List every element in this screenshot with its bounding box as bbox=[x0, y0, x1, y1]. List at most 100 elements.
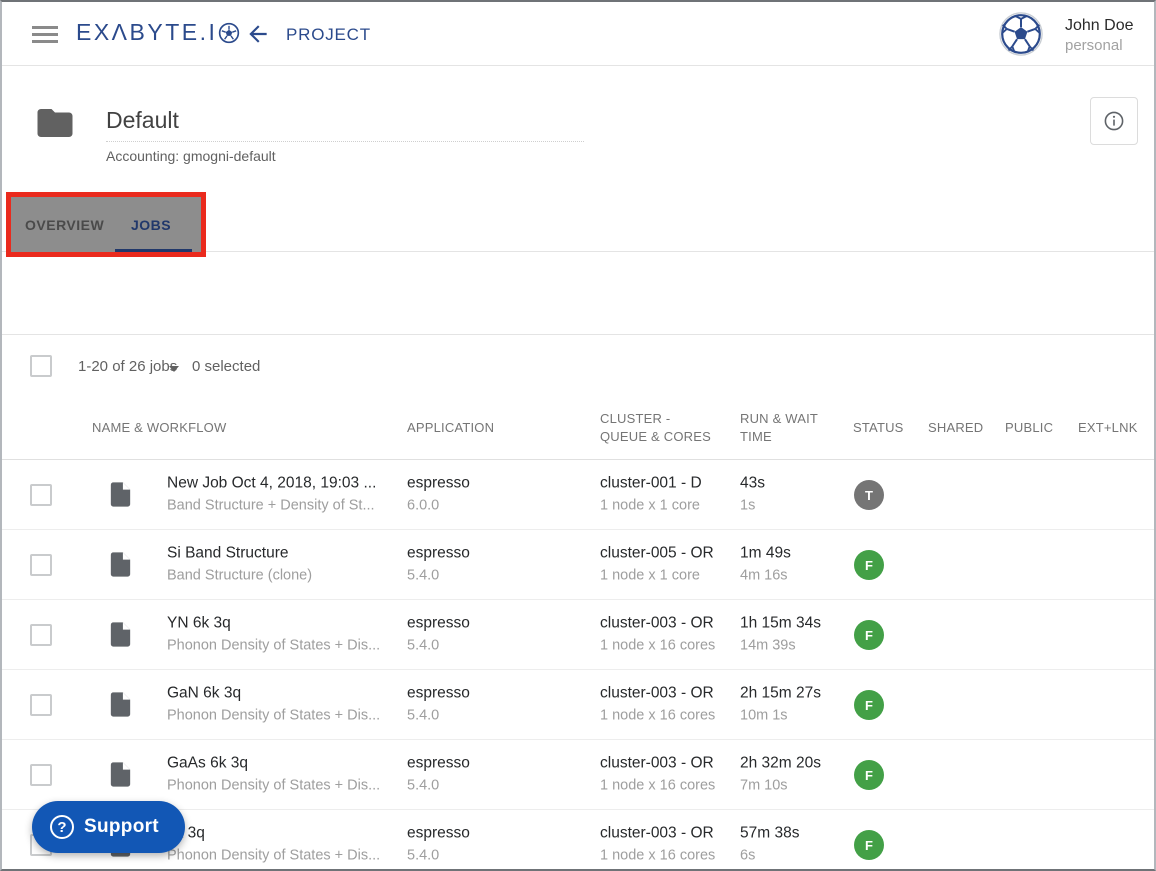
help-icon: ? bbox=[50, 815, 74, 839]
column-shared[interactable]: SHARED bbox=[928, 419, 983, 437]
filter-bar bbox=[2, 252, 1154, 335]
job-run-time: 1h 15m 34s bbox=[740, 614, 821, 633]
selected-count: 0 selected bbox=[192, 358, 260, 375]
annotation-highlight-rectangle: OVERVIEW JOBS bbox=[6, 192, 206, 257]
column-application[interactable]: APPLICATION bbox=[407, 419, 494, 437]
table-header: NAME & WORKFLOW APPLICATION CLUSTER - QU… bbox=[2, 397, 1154, 460]
job-name[interactable]: Si Band Structure bbox=[167, 544, 402, 563]
support-button[interactable]: ? Support bbox=[32, 801, 185, 853]
job-version: 5.4.0 bbox=[407, 708, 470, 725]
job-application: espresso bbox=[407, 824, 470, 843]
project-title[interactable]: Default bbox=[106, 107, 179, 134]
job-version: 5.4.0 bbox=[407, 568, 470, 585]
job-run-time: 1m 49s bbox=[740, 544, 791, 563]
column-ext-lnk[interactable]: EXT+LNK bbox=[1078, 419, 1138, 437]
support-label: Support bbox=[84, 816, 159, 838]
job-cluster-queue: cluster-001 - D bbox=[600, 474, 702, 493]
table-row[interactable]: YN 6k 3q Phonon Density of States + Dis.… bbox=[2, 600, 1154, 670]
job-cluster-queue: cluster-003 - OR bbox=[600, 684, 715, 703]
user-menu[interactable]: John Doe personal bbox=[1065, 16, 1134, 55]
job-run-time: 43s bbox=[740, 474, 765, 493]
info-icon bbox=[1102, 109, 1126, 133]
row-checkbox[interactable] bbox=[30, 764, 52, 786]
job-workflow: Band Structure + Density of St... bbox=[167, 498, 402, 515]
job-workflow: Phonon Density of States + Dis... bbox=[167, 708, 402, 725]
job-wait-time: 7m 10s bbox=[740, 778, 821, 795]
column-status[interactable]: STATUS bbox=[853, 419, 904, 437]
job-cores: 1 node x 16 cores bbox=[600, 848, 715, 865]
job-cores: 1 node x 16 cores bbox=[600, 638, 715, 655]
job-workflow: Phonon Density of States + Dis... bbox=[167, 778, 402, 795]
row-checkbox[interactable] bbox=[30, 554, 52, 576]
job-wait-time: 14m 39s bbox=[740, 638, 821, 655]
status-badge[interactable]: F bbox=[854, 830, 884, 860]
row-checkbox[interactable] bbox=[30, 484, 52, 506]
file-icon bbox=[106, 477, 135, 512]
job-version: 5.4.0 bbox=[407, 848, 470, 865]
chevron-down-icon[interactable] bbox=[169, 366, 179, 372]
job-workflow: Phonon Density of States + Dis... bbox=[167, 638, 402, 655]
exabyte-logo[interactable]: EXΛBYTE.I bbox=[76, 19, 240, 46]
job-cluster-queue: cluster-003 - OR bbox=[600, 754, 715, 773]
job-run-time: 2h 15m 27s bbox=[740, 684, 821, 703]
job-wait-time: 6s bbox=[740, 848, 799, 865]
file-icon bbox=[106, 757, 135, 792]
job-name[interactable]: GaAs 6k 3q bbox=[167, 754, 402, 773]
app-window: EXΛBYTE.I PROJECT John Doe bbox=[0, 0, 1156, 871]
soccer-ball-icon bbox=[217, 22, 240, 44]
breadcrumb: PROJECT bbox=[286, 25, 371, 45]
job-application: espresso bbox=[407, 684, 470, 703]
table-row[interactable]: GaAs 6k 3q Phonon Density of States + Di… bbox=[2, 740, 1154, 810]
status-badge[interactable]: F bbox=[854, 760, 884, 790]
project-accounting: Accounting: gmogni-default bbox=[106, 148, 276, 164]
job-name[interactable]: YN 6k 3q bbox=[167, 614, 402, 633]
job-version: 5.4.0 bbox=[407, 778, 470, 795]
info-button[interactable] bbox=[1090, 97, 1138, 145]
job-run-time: 2h 32m 20s bbox=[740, 754, 821, 773]
active-tab-indicator bbox=[115, 249, 192, 252]
table-row[interactable]: Si Band Structure Band Structure (clone)… bbox=[2, 530, 1154, 600]
job-version: 5.4.0 bbox=[407, 638, 470, 655]
file-icon bbox=[106, 547, 135, 582]
pagination-range[interactable]: 1-20 of 26 jobs bbox=[78, 358, 177, 375]
job-cores: 1 node x 16 cores bbox=[600, 778, 715, 795]
tab-jobs[interactable]: JOBS bbox=[131, 197, 171, 252]
job-wait-time: 1s bbox=[740, 498, 765, 515]
job-application: espresso bbox=[407, 474, 470, 493]
row-checkbox[interactable] bbox=[30, 694, 52, 716]
select-all-checkbox[interactable] bbox=[30, 355, 52, 377]
job-cluster-queue: cluster-003 - OR bbox=[600, 614, 715, 633]
back-arrow-icon[interactable] bbox=[245, 21, 271, 47]
status-badge[interactable]: F bbox=[854, 620, 884, 650]
column-public[interactable]: PUBLIC bbox=[1005, 419, 1053, 437]
column-run-wait[interactable]: RUN & WAIT TIME bbox=[740, 410, 826, 446]
job-application: espresso bbox=[407, 544, 470, 563]
job-cores: 1 node x 1 core bbox=[600, 498, 702, 515]
user-name: John Doe bbox=[1065, 16, 1134, 35]
job-cores: 1 node x 16 cores bbox=[600, 708, 715, 725]
job-cluster-queue: cluster-005 - OR bbox=[600, 544, 714, 563]
job-wait-time: 4m 16s bbox=[740, 568, 791, 585]
status-badge[interactable]: T bbox=[854, 480, 884, 510]
file-icon bbox=[106, 687, 135, 722]
status-badge[interactable]: F bbox=[854, 690, 884, 720]
user-account: personal bbox=[1065, 37, 1134, 55]
column-cluster[interactable]: CLUSTER - QUEUE & CORES bbox=[600, 410, 720, 446]
table-row[interactable]: New Job Oct 4, 2018, 19:03 ... Band Stru… bbox=[2, 460, 1154, 530]
job-cores: 1 node x 1 core bbox=[600, 568, 714, 585]
job-name[interactable]: New Job Oct 4, 2018, 19:03 ... bbox=[167, 474, 402, 493]
row-checkbox[interactable] bbox=[30, 624, 52, 646]
job-name[interactable]: 6k 3q bbox=[167, 824, 402, 843]
menu-icon[interactable] bbox=[32, 26, 58, 43]
job-wait-time: 10m 1s bbox=[740, 708, 821, 725]
job-version: 6.0.0 bbox=[407, 498, 470, 515]
table-row[interactable]: GaN 6k 3q Phonon Density of States + Dis… bbox=[2, 670, 1154, 740]
project-folder-icon bbox=[31, 102, 79, 144]
file-icon bbox=[106, 617, 135, 652]
job-workflow: Band Structure (clone) bbox=[167, 568, 402, 585]
status-badge[interactable]: F bbox=[854, 550, 884, 580]
user-avatar[interactable] bbox=[999, 12, 1043, 56]
job-name[interactable]: GaN 6k 3q bbox=[167, 684, 402, 703]
column-name-workflow[interactable]: NAME & WORKFLOW bbox=[92, 419, 226, 437]
tab-overview[interactable]: OVERVIEW bbox=[25, 197, 104, 252]
